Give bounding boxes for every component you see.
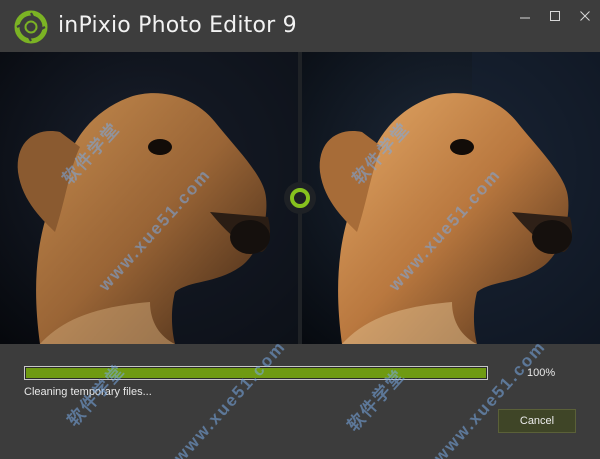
cancel-button[interactable]: Cancel (498, 409, 576, 433)
before-image (0, 52, 298, 344)
installer-window: inPixio Photo Editor 9 软件学堂 www.xue51.co… (0, 0, 600, 459)
close-icon (580, 11, 590, 21)
maximize-button[interactable] (540, 0, 570, 32)
watermark-url: www.xue51.com (170, 336, 290, 459)
maximize-icon (550, 11, 560, 21)
minimize-button[interactable] (510, 0, 540, 32)
minimize-icon (520, 17, 530, 19)
compare-handle[interactable] (284, 182, 316, 214)
before-after-preview: 软件学堂 www.xue51.com 软件学堂 www.xue51.com (0, 52, 600, 344)
close-button[interactable] (570, 0, 600, 32)
window-controls (510, 0, 600, 32)
title-bar: inPixio Photo Editor 9 (0, 0, 600, 52)
progress-panel: 100% Cleaning temporary files... 软件学堂 ww… (0, 337, 600, 459)
app-title: inPixio Photo Editor 9 (58, 13, 297, 38)
compare-handle-icon (290, 188, 310, 208)
inpixio-logo-icon (14, 10, 48, 44)
watermark-url: www.xue51.com (430, 336, 550, 459)
after-image (302, 52, 600, 344)
